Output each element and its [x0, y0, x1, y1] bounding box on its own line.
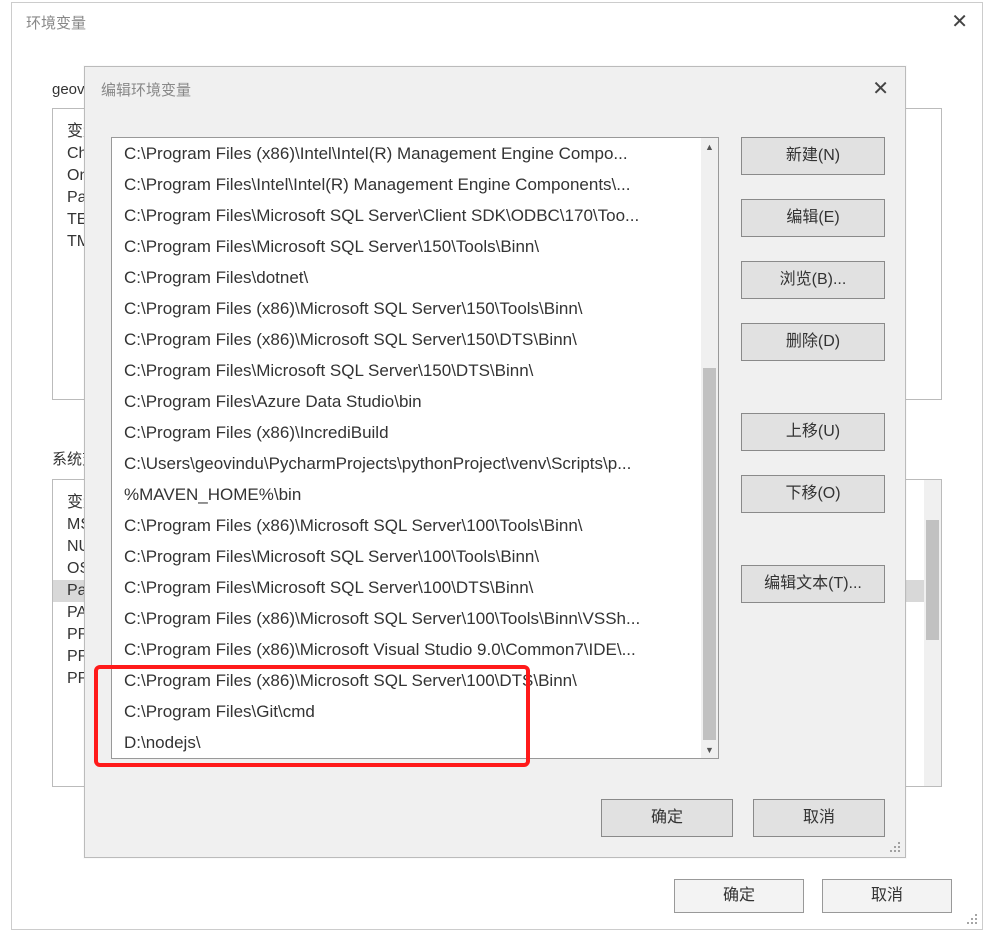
path-entry-row[interactable]: C:\Program Files\Intel\Intel(R) Manageme… — [112, 169, 701, 200]
edit-env-var-side-buttons: 新建(N) 编辑(E) 浏览(B)... 删除(D) 上移(U) 下移(O) 编… — [741, 137, 885, 759]
browse-button[interactable]: 浏览(B)... — [741, 261, 885, 299]
path-entry-row[interactable]: C:\Program Files (x86)\Microsoft SQL Ser… — [112, 665, 701, 696]
delete-button[interactable]: 删除(D) — [741, 323, 885, 361]
env-vars-titlebar: 环境变量 ✕ — [12, 3, 982, 41]
scroll-down-icon[interactable]: ▼ — [701, 741, 718, 758]
path-entry-row[interactable]: C:\Program Files (x86)\Microsoft SQL Ser… — [112, 603, 701, 634]
scrollbar[interactable] — [924, 480, 941, 786]
resize-grip-icon — [887, 839, 901, 853]
path-entry-row[interactable]: C:\Program Files (x86)\Intel\Intel(R) Ma… — [112, 138, 701, 169]
edit-env-var-dialog: 编辑环境变量 ✕ C:\Program Files (x86)\Intel\In… — [84, 66, 906, 858]
path-entry-row[interactable]: C:\Program Files\dotnet\ — [112, 262, 701, 293]
path-entry-row[interactable]: C:\Program Files (x86)\IncrediBuild — [112, 417, 701, 448]
path-entry-row[interactable]: C:\Program Files\Microsoft SQL Server\15… — [112, 355, 701, 386]
close-icon[interactable]: ✕ — [951, 12, 968, 32]
move-up-button[interactable]: 上移(U) — [741, 413, 885, 451]
new-button[interactable]: 新建(N) — [741, 137, 885, 175]
scrollbar-thumb[interactable] — [703, 368, 716, 740]
path-entry-row[interactable]: D:\nodejs\ — [112, 727, 701, 758]
path-entry-row[interactable]: C:\Program Files (x86)\Microsoft SQL Ser… — [112, 324, 701, 355]
cancel-button[interactable]: 取消 — [753, 799, 885, 837]
path-entries-listbox[interactable]: C:\Program Files (x86)\Intel\Intel(R) Ma… — [111, 137, 719, 759]
edit-text-button[interactable]: 编辑文本(T)... — [741, 565, 885, 603]
path-entry-row[interactable]: C:\Program Files (x86)\Microsoft SQL Ser… — [112, 510, 701, 541]
env-vars-footer-buttons: 确定 取消 — [674, 879, 952, 913]
close-icon[interactable]: ✕ — [872, 79, 889, 99]
path-entry-row[interactable]: C:\Users\geovindu\PycharmProjects\python… — [112, 448, 701, 479]
path-entry-row[interactable]: %MAVEN_HOME%\bin — [112, 479, 701, 510]
edit-button[interactable]: 编辑(E) — [741, 199, 885, 237]
cancel-button[interactable]: 取消 — [822, 879, 952, 913]
path-entry-row[interactable]: C:\Program Files\Git\cmd — [112, 696, 701, 727]
edit-env-var-title: 编辑环境变量 — [101, 79, 191, 100]
edit-env-var-body: C:\Program Files (x86)\Intel\Intel(R) Ma… — [85, 111, 905, 857]
scrollbar[interactable]: ▲ ▼ — [701, 138, 718, 758]
path-entry-row[interactable]: C:\Program Files\Microsoft SQL Server\10… — [112, 541, 701, 572]
path-entry-row[interactable]: C:\Program Files (x86)\Microsoft Visual … — [112, 634, 701, 665]
path-entry-row[interactable]: C:\Program Files\Azure Data Studio\bin — [112, 386, 701, 417]
env-vars-title: 环境变量 — [26, 12, 86, 33]
ok-button[interactable]: 确定 — [674, 879, 804, 913]
scroll-up-icon[interactable]: ▲ — [701, 138, 718, 155]
path-entry-row[interactable]: C:\Program Files\Microsoft SQL Server\15… — [112, 231, 701, 262]
ok-button[interactable]: 确定 — [601, 799, 733, 837]
path-entry-row[interactable]: C:\Program Files\Microsoft SQL Server\Cl… — [112, 200, 701, 231]
path-entry-row[interactable]: C:\Program Files (x86)\Microsoft SQL Ser… — [112, 293, 701, 324]
resize-grip-icon — [964, 911, 978, 925]
edit-env-var-titlebar: 编辑环境变量 ✕ — [85, 67, 905, 111]
move-down-button[interactable]: 下移(O) — [741, 475, 885, 513]
edit-env-var-footer-buttons: 确定 取消 — [601, 799, 885, 837]
path-entry-row[interactable]: C:\Program Files\Microsoft SQL Server\10… — [112, 572, 701, 603]
